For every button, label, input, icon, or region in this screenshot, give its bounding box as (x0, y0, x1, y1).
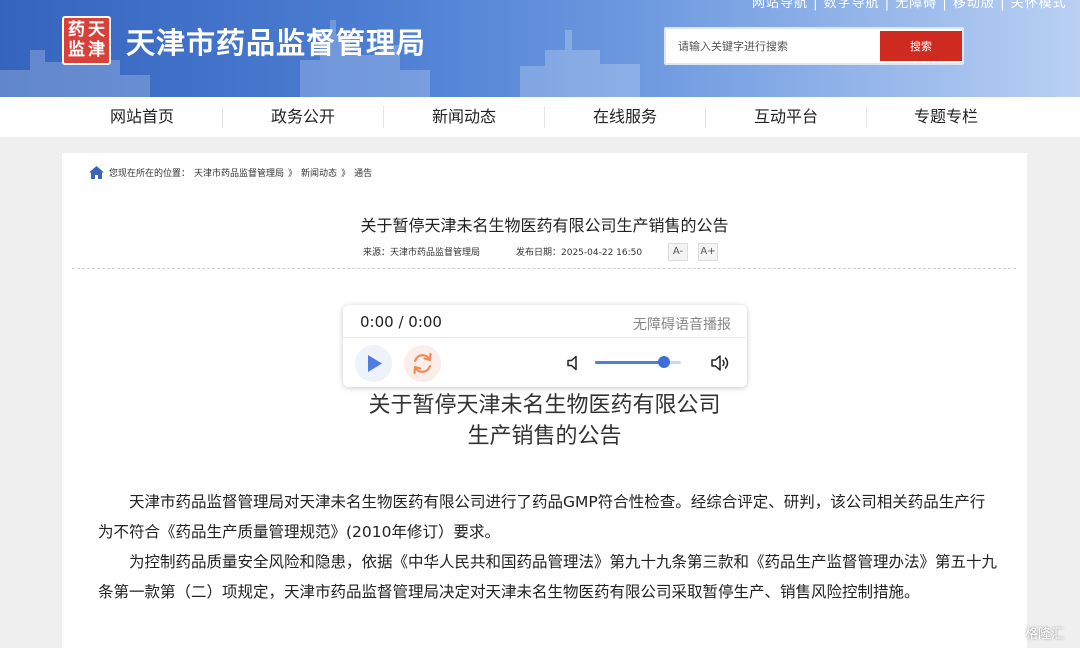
article-source: 来源：天津市药品监督管理局 (363, 248, 481, 258)
gelonghui-logo-icon (1003, 623, 1021, 641)
logo-char: 天 (88, 20, 105, 40)
search-box: 搜索 (664, 27, 964, 65)
audio-time: 0:00 / 0:00 (360, 313, 442, 331)
volume-slider-handle[interactable] (657, 356, 670, 368)
volume-slider[interactable] (595, 356, 681, 368)
nav-item-news[interactable]: 新闻动态 (384, 97, 544, 137)
article-body: 天津市药品监督管理局对天津未名生物医药有限公司进行了药品GMP符合性检查。经综合… (98, 487, 998, 607)
audio-player: 0:00 / 0:00 无障碍语音播报 (343, 305, 747, 387)
title-divider (72, 268, 1016, 269)
article-paragraph: 天津市药品监督管理局对天津未名生物医药有限公司进行了药品GMP符合性检查。经综合… (98, 493, 986, 541)
site-title[interactable]: 天津市药品监督管理局 (126, 20, 426, 62)
breadcrumb-prefix: 您现在所在的位置： (109, 169, 191, 179)
main-nav: 网站首页 政务公开 新闻动态 在线服务 互动平台 专题专栏 (0, 97, 1080, 137)
search-button[interactable]: 搜索 (880, 31, 962, 61)
font-increase-button[interactable]: A+ (698, 243, 718, 261)
breadcrumb-separator: 》 (288, 169, 298, 179)
site-logo[interactable]: 天 津 药 监 (62, 16, 111, 65)
article-heading-line: 生产销售的公告 (467, 424, 622, 449)
watermark-text: 格隆汇 (1025, 626, 1065, 642)
article-paragraph: 为控制药品质量安全风险和隐患，依据《中华人民共和国药品管理法》第九十九条第三款和… (98, 553, 998, 601)
reload-icon (413, 352, 432, 375)
breadcrumb-current[interactable]: 通告 (354, 166, 372, 179)
nav-item-government-affairs[interactable]: 政务公开 (223, 97, 383, 137)
logo-char: 药 (68, 20, 85, 40)
nav-item-special-topics[interactable]: 专题专栏 (866, 97, 1026, 137)
volume-slider-fill (595, 361, 664, 364)
logo-char: 津 (88, 40, 105, 60)
volume-low-icon[interactable] (567, 355, 581, 371)
content-card: 您现在所在的位置： 天津市药品监督管理局 》 新闻动态 》 通告 关于暂停天津未… (62, 153, 1027, 648)
article-title: 关于暂停天津未名生物医药有限公司生产销售的公告 (360, 216, 729, 235)
breadcrumb: 您现在所在的位置： 天津市药品监督管理局 》 新闻动态 》 通告 (88, 165, 376, 180)
article-date: 发布日期：2025-04-22 16:50 (516, 248, 643, 258)
player-separator (343, 337, 747, 338)
volume-high-icon[interactable] (711, 354, 731, 372)
article-heading-line: 关于暂停天津未名生物医药有限公司 (368, 393, 721, 418)
article-meta: 来源：天津市药品监督管理局 发布日期：2025-04-22 16:50 A- A… (62, 243, 1027, 263)
breadcrumb-link-home[interactable]: 天津市药品监督管理局 (194, 166, 284, 179)
reload-button[interactable] (404, 345, 441, 382)
logo-char: 监 (68, 40, 85, 60)
home-icon (89, 166, 104, 179)
nav-item-home[interactable]: 网站首页 (62, 97, 222, 137)
article-heading: 关于暂停天津未名生物医药有限公司 生产销售的公告 (62, 390, 1027, 452)
top-links[interactable]: 网站导航 | 数字导航 | 无障碍 | 移动版 | 关怀模式 (752, 0, 1067, 11)
search-input[interactable] (666, 29, 880, 63)
nav-item-online-services[interactable]: 在线服务 (545, 97, 705, 137)
accessibility-audio-label: 无障碍语音播报 (633, 317, 731, 333)
breadcrumb-separator: 》 (341, 169, 351, 179)
breadcrumb-link-news[interactable]: 新闻动态 (301, 166, 337, 179)
site-header: 网站导航 | 数字导航 | 无障碍 | 移动版 | 关怀模式 天 津 药 监 天… (0, 0, 1080, 97)
watermark: 格隆汇 (1003, 620, 1077, 644)
font-decrease-button[interactable]: A- (668, 243, 688, 261)
nav-item-interaction[interactable]: 互动平台 (706, 97, 866, 137)
play-button[interactable] (355, 345, 392, 382)
play-icon (368, 355, 382, 372)
